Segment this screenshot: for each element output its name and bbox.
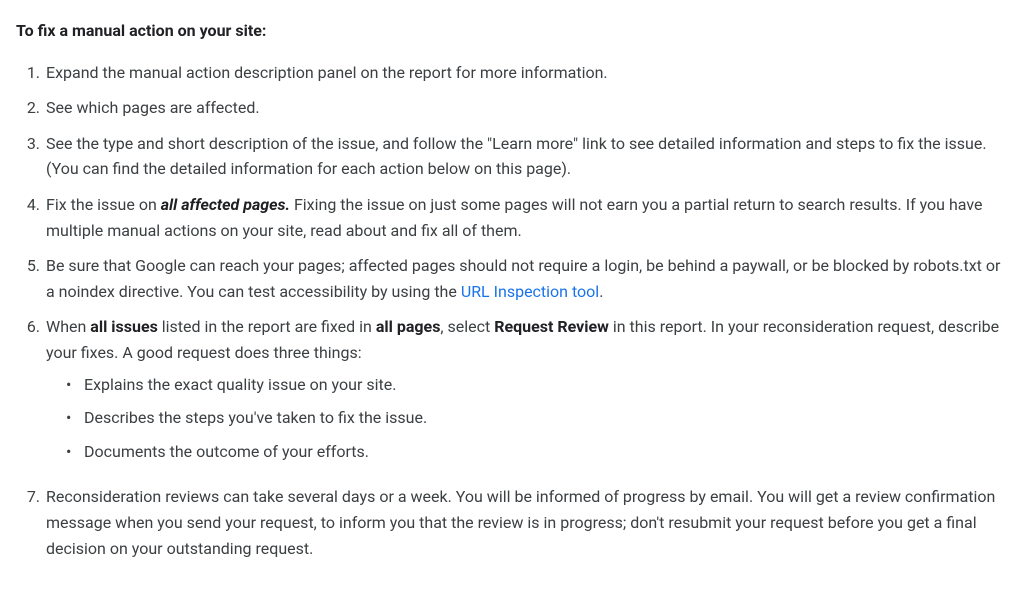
step-text: When — [46, 317, 90, 336]
step-item: Be sure that Google can reach your pages… — [44, 253, 1008, 304]
step-text: . — [599, 282, 603, 301]
step-text: Fix the issue on — [46, 195, 161, 214]
step-text-emphasis: all affected pages. — [161, 195, 290, 214]
section-heading: To fix a manual action on your site: — [16, 18, 1008, 44]
step-item: See which pages are affected. — [44, 95, 1008, 121]
sub-item: Describes the steps you've taken to fix … — [66, 405, 1008, 431]
sub-item: Documents the outcome of your efforts. — [66, 439, 1008, 465]
step-text-bold: all issues — [90, 317, 158, 336]
step-text-bold: Request Review — [494, 317, 609, 336]
step-text: listed in the report are fixed in — [158, 317, 376, 336]
request-requirements-list: Explains the exact quality issue on your… — [46, 372, 1008, 465]
url-inspection-link[interactable]: URL Inspection tool — [461, 282, 599, 301]
step-item: See the type and short description of th… — [44, 131, 1008, 182]
step-text: , select — [440, 317, 494, 336]
step-item: Expand the manual action description pan… — [44, 60, 1008, 86]
step-item: Fix the issue on all affected pages. Fix… — [44, 192, 1008, 243]
step-item: When all issues listed in the report are… — [44, 314, 1008, 464]
step-item: Reconsideration reviews can take several… — [44, 484, 1008, 561]
step-text-bold: all pages — [376, 317, 441, 336]
sub-item: Explains the exact quality issue on your… — [66, 372, 1008, 398]
fix-steps-list: Expand the manual action description pan… — [16, 60, 1008, 562]
